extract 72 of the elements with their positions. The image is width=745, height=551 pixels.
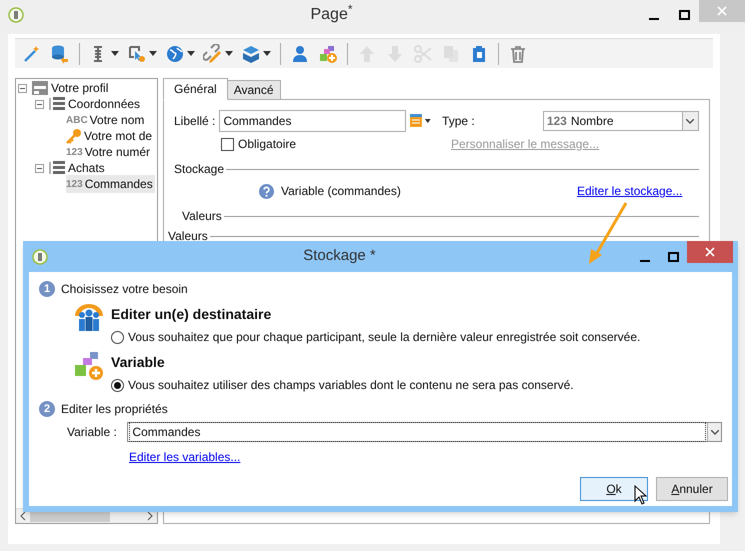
mandatory-checkbox[interactable]: Obligatoire <box>221 135 451 153</box>
trash-icon <box>508 44 528 64</box>
option-description: Vous souhaitez que pour chaque participant, seule la dernière valeur enregistrée soit conservée. <box>128 329 640 346</box>
step-label: Choisissez votre besoin <box>61 281 188 298</box>
type-select[interactable]: 123 Nombre <box>542 111 699 131</box>
ok-button[interactable]: Ok <box>580 477 648 501</box>
tree-item[interactable]: 123 Commandes <box>66 175 155 193</box>
scroll-right-icon[interactable] <box>145 511 155 521</box>
edit-storage-link[interactable]: Editer le stockage... <box>577 182 682 200</box>
caret-icon <box>263 51 271 56</box>
maximize-icon <box>678 10 690 20</box>
form-icon <box>32 81 48 95</box>
person-icon <box>290 44 310 64</box>
section-legend: Valeurs <box>168 227 210 245</box>
link-icon <box>203 44 223 64</box>
tree-item[interactable]: ABC Votre nom <box>66 111 146 129</box>
text-style-icon[interactable] <box>410 114 432 128</box>
close-button[interactable] <box>687 241 733 263</box>
caret-icon <box>225 51 233 56</box>
tree-item[interactable]: 123 Votre numér <box>66 143 152 161</box>
option-description: Vous souhaitez utiliser des champs variables dont le contenu ne sera pas conservé. <box>128 377 574 394</box>
database-icon <box>50 44 70 64</box>
caret-icon <box>111 51 119 56</box>
caret-icon <box>149 51 157 56</box>
collapse-toggle-icon[interactable] <box>35 100 44 108</box>
people-icon <box>73 302 105 334</box>
close-icon <box>717 6 727 16</box>
list-icon <box>49 161 65 175</box>
close-icon <box>705 247 715 257</box>
annotation-arrow <box>588 202 628 265</box>
chevron-down-icon <box>710 430 718 434</box>
tree-item[interactable]: Achats <box>49 159 107 177</box>
help-icon[interactable] <box>259 184 274 198</box>
option-title: Editer un(e) destinataire <box>111 305 272 324</box>
radio-button[interactable] <box>111 378 124 392</box>
list-icon <box>49 97 65 111</box>
app-icon <box>8 7 24 23</box>
field-label: Type : <box>442 113 476 130</box>
field-label: Libellé : <box>174 113 216 130</box>
minimize-icon <box>649 18 659 20</box>
tree-item[interactable]: Coordonnées <box>49 95 142 113</box>
collapse-toggle-icon[interactable] <box>35 164 44 172</box>
section-legend: Stockage <box>174 160 226 178</box>
caret-icon <box>187 51 195 56</box>
step-label: Editer les propriétés <box>61 401 168 418</box>
tree-item[interactable]: Votre mot de <box>66 127 154 145</box>
step-number: 2 <box>39 401 55 417</box>
scroll-left-icon[interactable] <box>18 511 28 521</box>
cancel-button[interactable]: Annuler <box>656 477 728 501</box>
key-icon <box>66 128 82 144</box>
collapse-toggle-icon[interactable] <box>18 84 27 92</box>
dialog-title: Stockage * <box>303 247 376 264</box>
tree-item[interactable]: Votre profil <box>32 79 110 97</box>
tab[interactable]: Général <box>163 78 228 100</box>
section-legend: Valeurs <box>182 207 224 225</box>
add-blocks-icon <box>318 44 338 64</box>
window-title: Page$^{*}$ <box>310 6 353 23</box>
add-variable-icon <box>73 350 105 382</box>
variable-select[interactable]: Commandes <box>127 422 722 442</box>
field-label: Variable : <box>67 424 118 441</box>
maximize-icon <box>668 252 678 262</box>
label-input[interactable]: Commandes <box>219 110 406 132</box>
layers-icon <box>241 44 261 64</box>
option-title: Variable <box>111 353 166 372</box>
app-icon <box>32 248 48 264</box>
step-number: 1 <box>39 281 55 297</box>
chevron-down-icon <box>686 118 694 124</box>
tab[interactable]: Avancé <box>228 80 281 100</box>
radio-button[interactable] <box>111 330 124 344</box>
edit-variables-link[interactable]: Editer les variables... <box>129 450 240 464</box>
storage-value: Variable (commandes) <box>281 183 402 200</box>
minimize-icon <box>640 260 650 262</box>
